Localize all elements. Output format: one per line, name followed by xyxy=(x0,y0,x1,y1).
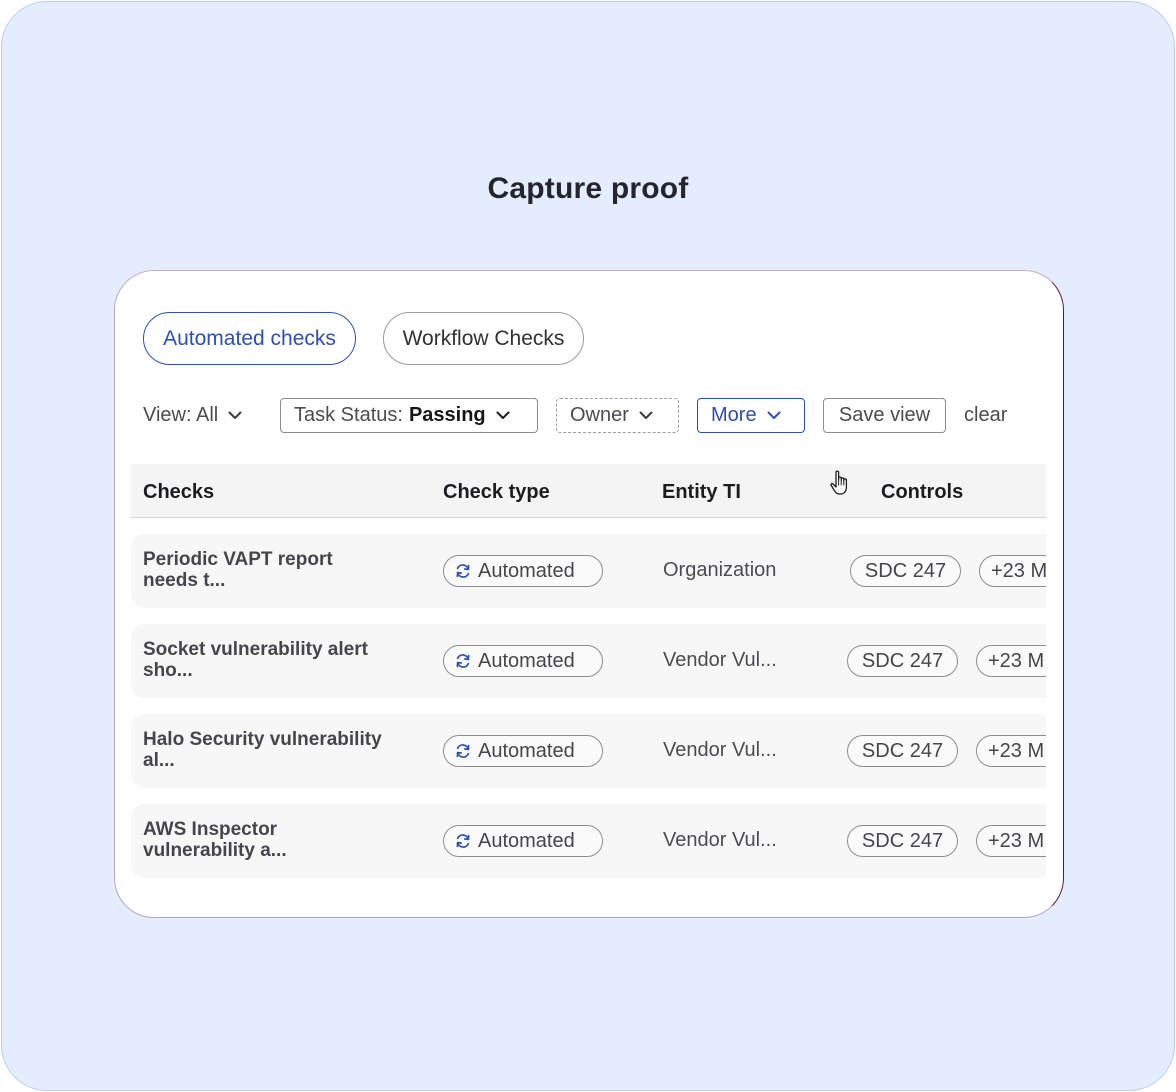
control-tag[interactable]: SDC 247 xyxy=(847,735,958,767)
chevron-down-icon xyxy=(496,411,510,420)
entity-value: Vendor Vul... xyxy=(663,649,777,671)
check-type-badge: Automated xyxy=(443,735,603,767)
view-filter-dropdown[interactable]: View: All xyxy=(143,398,242,433)
column-header-check-type[interactable]: Check type xyxy=(443,481,550,504)
refresh-icon xyxy=(454,832,472,850)
more-filters-button[interactable]: More xyxy=(697,398,805,433)
check-type-badge: Automated xyxy=(443,555,603,587)
table-header: Checks Check type Entity TI Controls xyxy=(131,464,1046,518)
owner-filter[interactable]: Owner xyxy=(556,398,679,433)
column-header-entity[interactable]: Entity TI xyxy=(662,481,741,504)
more-controls-tag[interactable]: +23 M xyxy=(979,555,1046,587)
check-name: Periodic VAPT report needs t... xyxy=(143,549,333,591)
refresh-icon xyxy=(454,562,472,580)
table-row[interactable]: AWS Inspector vulnerability a... Automat… xyxy=(131,804,1046,878)
check-name: AWS Inspector vulnerability a... xyxy=(143,819,287,861)
chevron-down-icon xyxy=(228,411,242,420)
check-name: Halo Security vulnerability al... xyxy=(143,729,382,771)
clear-filters-link[interactable]: clear xyxy=(964,398,1007,433)
check-type-label: Automated xyxy=(478,829,575,852)
check-type-label: Automated xyxy=(478,559,575,582)
chevron-down-icon xyxy=(639,411,653,420)
tab-workflow-checks[interactable]: Workflow Checks xyxy=(383,312,584,365)
task-status-value: Passing xyxy=(408,404,486,426)
control-tag[interactable]: SDC 247 xyxy=(847,825,958,857)
table-row[interactable]: Periodic VAPT report needs t... Automate… xyxy=(131,534,1046,608)
entity-value: Vendor Vul... xyxy=(663,829,777,851)
more-controls-tag[interactable]: +23 M xyxy=(976,645,1046,677)
check-type-badge: Automated xyxy=(443,825,603,857)
tab-label: Workflow Checks xyxy=(402,326,565,350)
tab-label: Automated checks xyxy=(163,326,336,350)
owner-filter-label: Owner xyxy=(570,404,629,426)
control-tag[interactable]: SDC 247 xyxy=(847,645,958,677)
page-title: Capture proof xyxy=(487,172,689,205)
hand-pointer-icon xyxy=(828,468,854,498)
table-row[interactable]: Halo Security vulnerability al... Automa… xyxy=(131,714,1046,788)
view-filter-label: View: All xyxy=(143,404,219,426)
column-header-controls[interactable]: Controls xyxy=(881,481,963,504)
refresh-icon xyxy=(454,742,472,760)
more-controls-tag[interactable]: +23 M xyxy=(976,825,1046,857)
save-view-label: Save view xyxy=(838,404,931,426)
control-tag[interactable]: SDC 247 xyxy=(850,555,961,587)
more-controls-tag[interactable]: +23 M xyxy=(976,735,1046,767)
task-status-label: Task Status: xyxy=(294,404,403,426)
chevron-down-icon xyxy=(767,411,781,420)
entity-value: Organization xyxy=(663,559,777,581)
entity-value: Vendor Vul... xyxy=(663,739,777,761)
tab-automated-checks[interactable]: Automated checks xyxy=(143,312,356,365)
refresh-icon xyxy=(454,652,472,670)
save-view-button[interactable]: Save view xyxy=(823,398,946,433)
check-name: Socket vulnerability alert sho... xyxy=(143,639,368,681)
check-type-label: Automated xyxy=(478,649,575,672)
check-type-badge: Automated xyxy=(443,645,603,677)
column-header-checks[interactable]: Checks xyxy=(143,481,214,504)
table-row[interactable]: Socket vulnerability alert sho... Automa… xyxy=(131,624,1046,698)
more-filters-label: More xyxy=(711,404,757,426)
checks-table: Checks Check type Entity TI Controls Per… xyxy=(131,464,1046,884)
task-status-filter[interactable]: Task Status: Passing xyxy=(280,398,538,433)
check-type-label: Automated xyxy=(478,739,575,762)
